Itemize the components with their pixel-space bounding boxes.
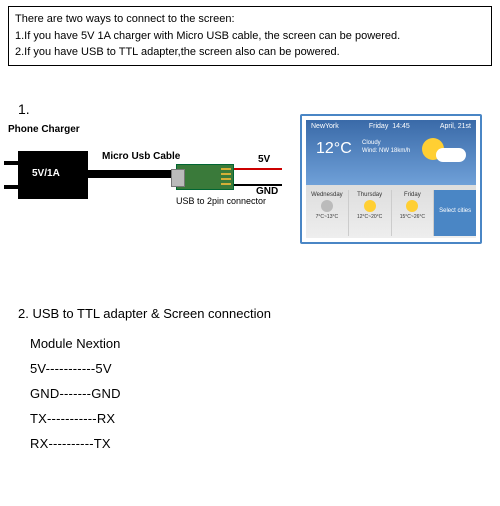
forecast-day: Thursday 12°C~20°C — [349, 190, 392, 236]
intro-line: There are two ways to connect to the scr… — [15, 11, 485, 28]
instruction-line-1: 1.If you have 5V 1A charger with Micro U… — [15, 28, 485, 45]
sun-icon — [364, 200, 376, 212]
screen-city: NewYork — [311, 123, 339, 130]
pinout-row-tx: TX-----------RX — [30, 411, 121, 426]
screen-temperature: 12°C — [316, 140, 352, 158]
forecast-day: Wednesday 7°C~13°C — [306, 190, 349, 236]
screen-time: 14:45 — [392, 123, 410, 130]
pin-header-icon — [221, 168, 231, 188]
pinout-row-rx: RX----------TX — [30, 436, 121, 451]
section-2-title: 2. USB to TTL adapter & Screen connectio… — [18, 306, 271, 321]
instruction-line-2: 2.If you have USB to TTL adapter,the scr… — [15, 44, 485, 61]
micro-usb-label: Micro Usb Cable — [102, 151, 180, 162]
cloud-icon — [321, 200, 333, 212]
micro-usb-plug-icon — [171, 169, 185, 187]
usb-2pin-board-icon — [176, 164, 234, 190]
screen-statusbar: NewYork Friday 14:45 April, 21st — [306, 120, 476, 133]
screen-conditions: Cloudy Wind: NW 18km/h — [362, 140, 410, 156]
pinout-row-gnd: GND-------GND — [30, 386, 121, 401]
plug-prong-icon — [4, 161, 18, 165]
sun-icon — [406, 200, 418, 212]
forecast-day: Friday 15°C~26°C — [392, 190, 435, 236]
forecast-select-cities: Select cities — [434, 190, 476, 236]
wire-5v-icon — [234, 168, 282, 170]
wire-gnd-label: GND — [256, 186, 278, 197]
charger-label: Phone Charger — [8, 124, 80, 135]
screen-day: Friday — [369, 123, 388, 130]
pinout-table: Module Nextion 5V-----------5V GND------… — [30, 336, 121, 461]
wire-5v-label: 5V — [258, 154, 270, 165]
cloud-icon — [436, 148, 466, 162]
screen-date: April, 21st — [440, 123, 471, 130]
connector-label: USB to 2pin connector — [176, 196, 266, 206]
usb-cable-icon — [88, 170, 176, 178]
pinout-header: Module Nextion — [30, 336, 121, 351]
charger-rating: 5V/1A — [32, 168, 60, 179]
section-1-number: 1. — [18, 101, 30, 117]
plug-prong-icon — [4, 185, 18, 189]
nextion-screen-mock: NewYork Friday 14:45 April, 21st 12°C Cl… — [300, 114, 482, 244]
pinout-row-5v: 5V-----------5V — [30, 361, 121, 376]
instruction-box: There are two ways to connect to the scr… — [8, 6, 492, 66]
